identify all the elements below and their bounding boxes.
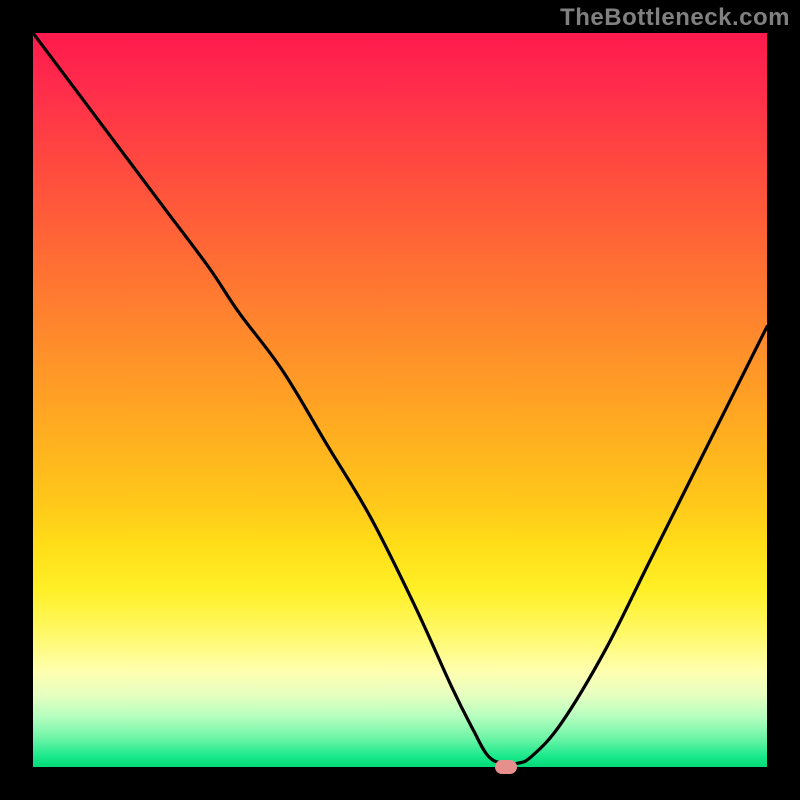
bottleneck-curve bbox=[33, 33, 767, 767]
optimum-marker bbox=[495, 760, 517, 774]
attribution-text: TheBottleneck.com bbox=[560, 4, 790, 32]
chart-stage: TheBottleneck.com bbox=[0, 0, 800, 800]
plot-area bbox=[33, 33, 767, 767]
